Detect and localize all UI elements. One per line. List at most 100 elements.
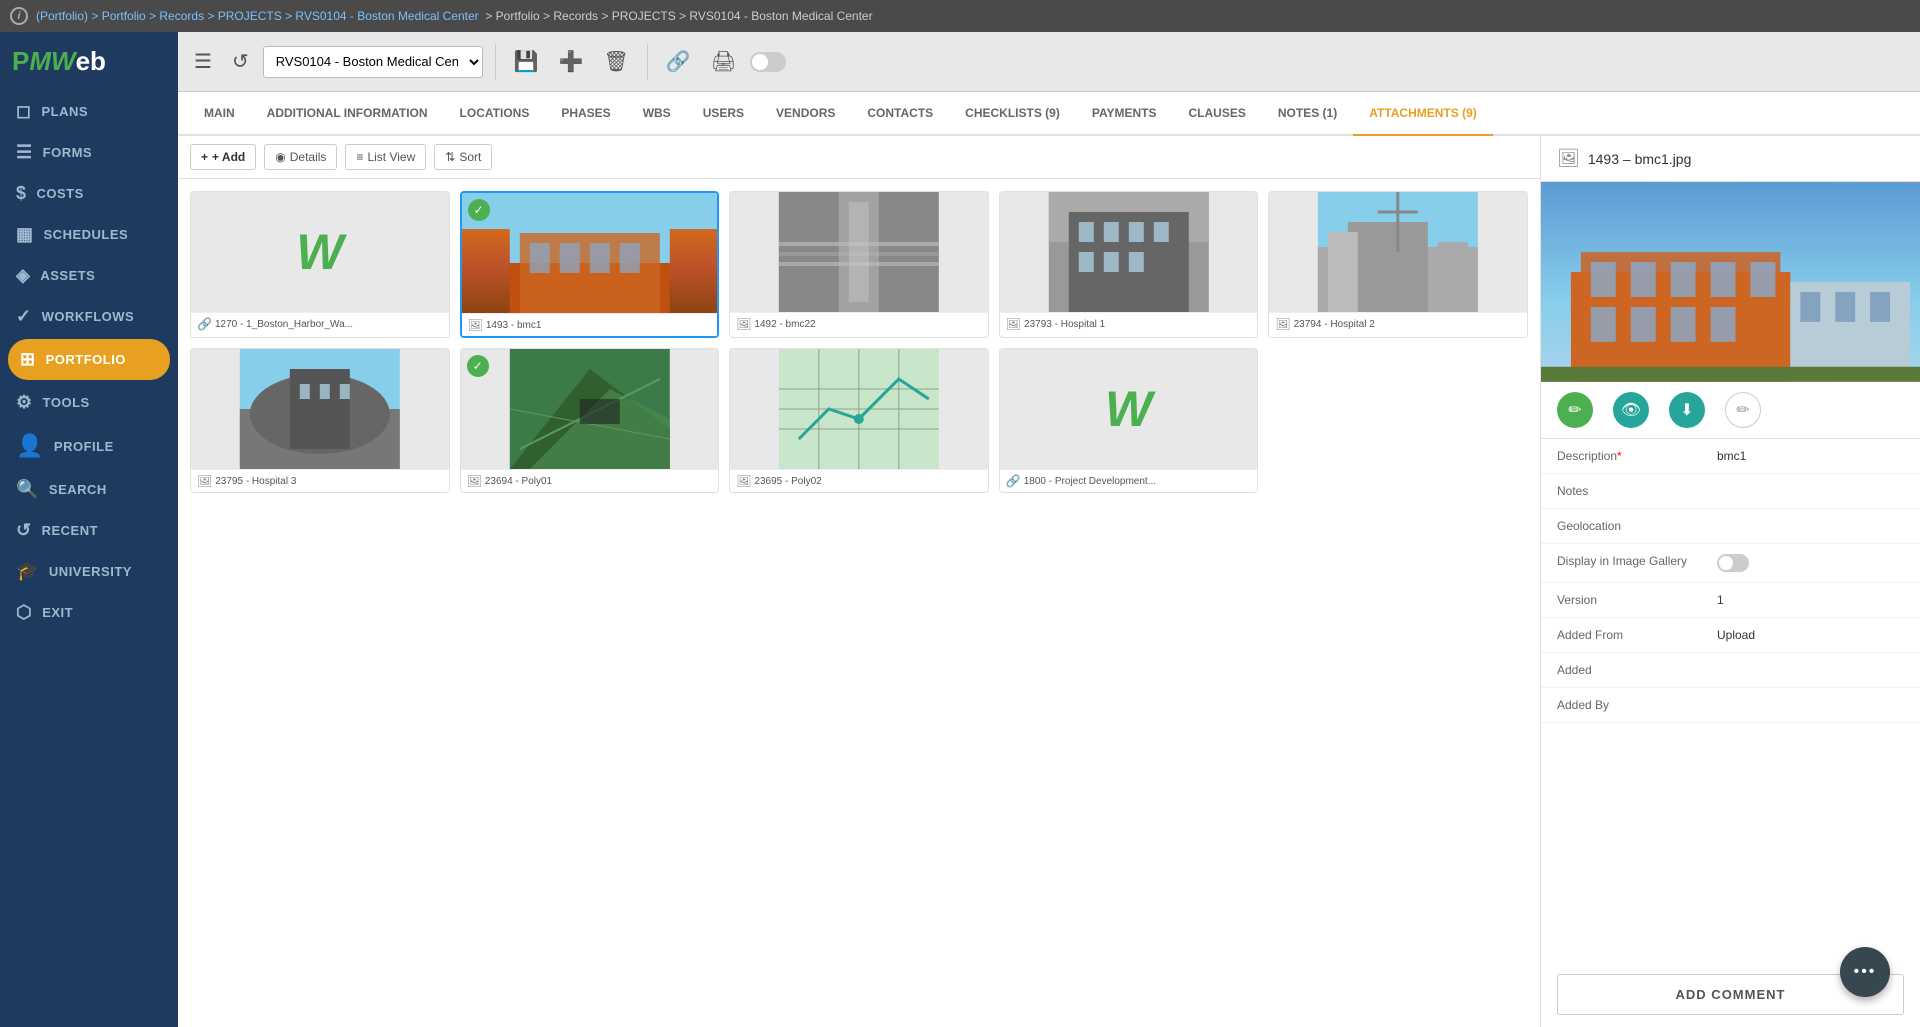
attachment-footer: 🔗 1270 - 1_Boston_Harbor_Wa... [191,312,449,335]
attachment-item[interactable]: W 🔗 1270 - 1_Boston_Harbor_Wa... [190,191,450,338]
sidebar-item-profile[interactable]: 👤 PROFILE [0,423,178,469]
attachment-item[interactable]: 🖼 1492 - bmc22 [729,191,989,338]
sidebar-item-tools[interactable]: ⚙ TOOLS [0,382,178,423]
view-button[interactable]: 👁 [1613,392,1649,428]
attachment-footer: 🖼 23794 - Hospital 2 [1269,312,1527,335]
notes-label: Notes [1557,484,1717,498]
link-button[interactable]: 🔗 [660,45,697,78]
attachment-item[interactable]: W 🔗 1800 - Project Development... [999,348,1259,493]
sidebar-item-costs[interactable]: $ COSTS [0,173,178,214]
tab-attachments[interactable]: ATTACHMENTS (9) [1353,92,1493,136]
added-from-value: Upload [1717,628,1904,642]
sort-icon: ⇅ [445,150,455,164]
detail-fields: Description bmc1 Notes Geolocation Displ… [1541,439,1920,962]
sidebar-item-label: SCHEDULES [44,227,129,242]
download-button[interactable]: ⬇ [1669,392,1705,428]
description-value: bmc1 [1717,449,1904,463]
details-label: Details [290,150,327,164]
tab-locations[interactable]: LOCATIONS [444,92,546,136]
attachment-item[interactable]: ✓ [460,191,720,338]
sidebar-item-assets[interactable]: ◈ ASSETS [0,255,178,296]
sidebar-item-plans[interactable]: ◻ PLANS [0,91,178,132]
attachment-item[interactable]: 🖼 23793 - Hospital 1 [999,191,1259,338]
print-button[interactable]: 🖨 [705,45,742,78]
attachment-item[interactable]: 🖼 23695 - Poly02 [729,348,989,493]
undo-button[interactable]: ↺ [226,45,255,78]
attachment-footer: 🖼 23795 - Hospital 3 [191,469,449,492]
attachment-footer: 🖼 23695 - Poly02 [730,469,988,492]
info-icon[interactable]: i [10,7,28,25]
portfolio-link[interactable]: (Portfolio) > Portfolio > Records > PROJ… [36,9,479,23]
tab-phases[interactable]: PHASES [545,92,626,136]
divider-2 [647,44,648,80]
hamburger-button[interactable]: ☰ [188,45,218,78]
detail-header: 🖼 1493 – bmc1.jpg [1541,136,1920,182]
tab-payments[interactable]: PAYMENTS [1076,92,1173,136]
tab-users[interactable]: USERS [687,92,760,136]
attachment-name: 1800 - Project Development... [1024,476,1156,487]
detail-filename: 1493 – bmc1.jpg [1588,151,1692,167]
detail-panel: 🖼 1493 – bmc1.jpg [1540,136,1920,1027]
attachment-footer: 🔗 1800 - Project Development... [1000,469,1258,492]
attachment-thumb: W [191,192,449,312]
tab-vendors[interactable]: VENDORS [760,92,851,136]
add-button[interactable]: + + Add [190,144,256,170]
tab-additional[interactable]: ADDITIONAL INFORMATION [251,92,444,136]
logo: PMWeb [12,46,106,77]
sidebar-item-portfolio[interactable]: ⊞ PORTFOLIO [8,339,170,380]
attachment-thumb: ✓ [461,349,719,469]
sidebar-item-label: WORKFLOWS [42,309,135,324]
add-button[interactable]: ➕ [553,45,590,78]
attachment-thumb: W [1000,349,1258,469]
add-label: + Add [212,150,245,164]
details-toggle-icon: ◉ [275,150,285,164]
attachment-name: 23695 - Poly02 [754,476,821,487]
tab-notes[interactable]: NOTES (1) [1262,92,1353,136]
sidebar-item-label: RECENT [42,523,98,538]
attachment-grid: W 🔗 1270 - 1_Boston_Harbor_Wa... ✓ [178,179,1540,1027]
display-gallery-toggle[interactable] [1717,554,1749,572]
tab-checklists[interactable]: CHECKLISTS (9) [949,92,1076,136]
display-gallery-label: Display in Image Gallery [1557,554,1717,568]
toolbar: ☰ ↺ RVS0104 - Boston Medical Center 💾 ➕ … [178,32,1920,92]
delete-button[interactable]: 🗑 [598,45,635,78]
exit-icon: ⬡ [16,602,32,623]
tab-main[interactable]: MAIN [188,92,251,136]
image-icon: 🖼 [736,317,751,331]
sidebar-item-university[interactable]: 🎓 UNIVERSITY [0,551,178,592]
sidebar-item-workflows[interactable]: ✓ WORKFLOWS [0,296,178,337]
sidebar-item-forms[interactable]: ☰ FORMS [0,132,178,173]
save-button[interactable]: 💾 [508,45,545,78]
more-button[interactable]: ✏ [1725,392,1761,428]
record-select[interactable]: RVS0104 - Boston Medical Center [263,46,483,78]
attachment-item[interactable]: ✓ 🖼 23694 - P [460,348,720,493]
details-button[interactable]: ◉ Details [264,144,337,170]
edit-button[interactable]: ✏ [1557,392,1593,428]
attachment-name: 1270 - 1_Boston_Harbor_Wa... [215,319,353,330]
attachment-footer: 🖼 1493 - bmc1 [462,313,718,336]
image-file-icon: 🖼 [1557,148,1580,169]
attachment-item[interactable]: 🖼 23795 - Hospital 3 [190,348,450,493]
fab-button[interactable]: ••• [1840,947,1890,997]
sidebar-item-label: PORTFOLIO [46,352,126,367]
grid-detail-area: + + Add ◉ Details ≡ List View ⇅ Sort [178,136,1920,1027]
added-row: Added [1541,653,1920,688]
attachment-item[interactable]: 🖼 23794 - Hospital 2 [1268,191,1528,338]
sidebar-item-label: ASSETS [40,268,95,283]
attachment-name: 1492 - bmc22 [754,319,815,330]
tab-clauses[interactable]: CLAUSES [1173,92,1262,136]
plans-icon: ◻ [16,101,31,122]
sort-button[interactable]: ⇅ Sort [434,144,492,170]
toolbar-toggle[interactable] [750,52,786,72]
tab-contacts[interactable]: CONTACTS [851,92,949,136]
sidebar-item-exit[interactable]: ⬡ EXIT [0,592,178,633]
list-icon: ≡ [356,150,363,164]
tab-wbs[interactable]: WBS [627,92,687,136]
sidebar-item-recent[interactable]: ↺ RECENT [0,510,178,551]
breadcrumb: (Portfolio) > Portfolio > Records > PROJ… [36,9,873,23]
sidebar-item-search[interactable]: 🔍 SEARCH [0,469,178,510]
sidebar-item-schedules[interactable]: ▦ SCHEDULES [0,214,178,255]
description-row: Description bmc1 [1541,439,1920,474]
list-view-button[interactable]: ≡ List View [345,144,426,170]
image-icon: 🖼 [1275,317,1290,331]
